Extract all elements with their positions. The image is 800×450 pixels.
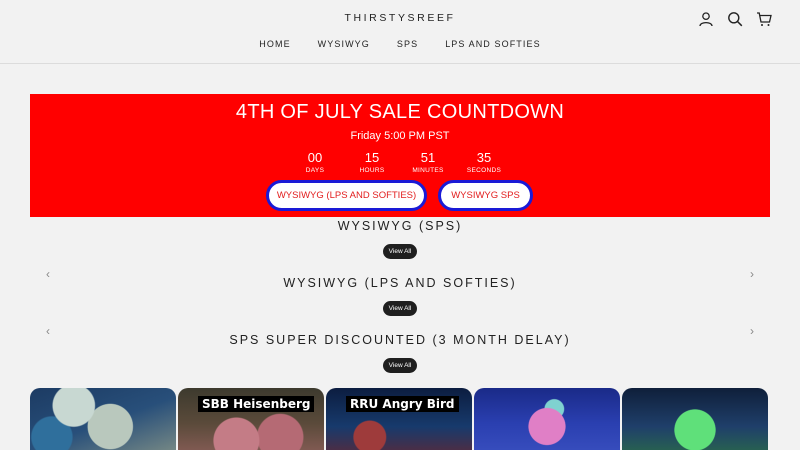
countdown-minutes-value: 51: [420, 150, 436, 165]
countdown-days-unit: DAYS: [305, 167, 325, 174]
countdown-hours-unit: HOURS: [359, 167, 385, 174]
countdown-seconds-value: 35: [476, 150, 492, 165]
product-card-image[interactable]: SBB Heisenberg: [178, 388, 324, 450]
wysiwyg-lps-softies-button[interactable]: WYSIWYG (LPS AND SOFTIES): [266, 180, 427, 211]
view-all-button[interactable]: View All: [383, 244, 417, 259]
main-nav: HOME WYSIWYG SPS LPS AND SOFTIES: [0, 39, 800, 49]
section-title-sps-super-discounted: SPS SUPER DISCOUNTED (3 MONTH DELAY): [229, 333, 571, 347]
nav-item-lps-and-softies[interactable]: LPS AND SOFTIES: [445, 39, 541, 49]
product-card-image[interactable]: [474, 388, 620, 450]
countdown-minutes: 51 MINUTES: [398, 150, 458, 174]
product-label: SBB Heisenberg: [198, 396, 315, 412]
site-header: THIRSTYSREEF HOME WYSIWYG SPS LPS AND SO…: [0, 0, 800, 64]
product-card-image[interactable]: [622, 388, 768, 450]
nav-item-sps[interactable]: SPS: [397, 39, 418, 49]
product-label: RRU Angry Bird: [346, 396, 459, 412]
countdown-hours: 15 HOURS: [342, 150, 402, 174]
account-icon[interactable]: [698, 11, 714, 27]
cart-icon[interactable]: [756, 11, 772, 27]
view-all-button[interactable]: View All: [383, 358, 417, 373]
view-all-button[interactable]: View All: [383, 301, 417, 316]
countdown-days: 00 DAYS: [285, 150, 345, 174]
countdown-days-value: 00: [307, 150, 323, 165]
product-card-image[interactable]: [30, 388, 176, 450]
wysiwyg-sps-button[interactable]: WYSIWYG SPS: [438, 180, 533, 211]
countdown-hours-value: 15: [364, 150, 380, 165]
sale-countdown-banner: 4TH OF JULY SALE COUNTDOWN Friday 5:00 P…: [30, 94, 770, 217]
section-title-wysiwyg-sps: WYSIWYG (SPS): [337, 219, 463, 233]
site-logo[interactable]: THIRSTYSREEF: [0, 12, 800, 24]
banner-title: 4TH OF JULY SALE COUNTDOWN: [235, 101, 565, 123]
section-title-wysiwyg-lps-softies: WYSIWYG (LPS AND SOFTIES): [283, 276, 517, 290]
banner-subtitle: Friday 5:00 PM PST: [350, 130, 450, 142]
countdown-seconds-unit: SECONDS: [466, 167, 502, 174]
nav-item-wysiwyg[interactable]: WYSIWYG: [318, 39, 370, 49]
countdown-seconds: 35 SECONDS: [454, 150, 514, 174]
countdown-minutes-unit: MINUTES: [412, 167, 444, 174]
search-icon[interactable]: [727, 11, 743, 27]
nav-item-home[interactable]: HOME: [259, 39, 290, 49]
header-icons: [698, 11, 772, 27]
product-card-image[interactable]: RRU Angry Bird: [326, 388, 472, 450]
product-grid: SBB Heisenberg RRU Angry Bird: [30, 388, 770, 450]
